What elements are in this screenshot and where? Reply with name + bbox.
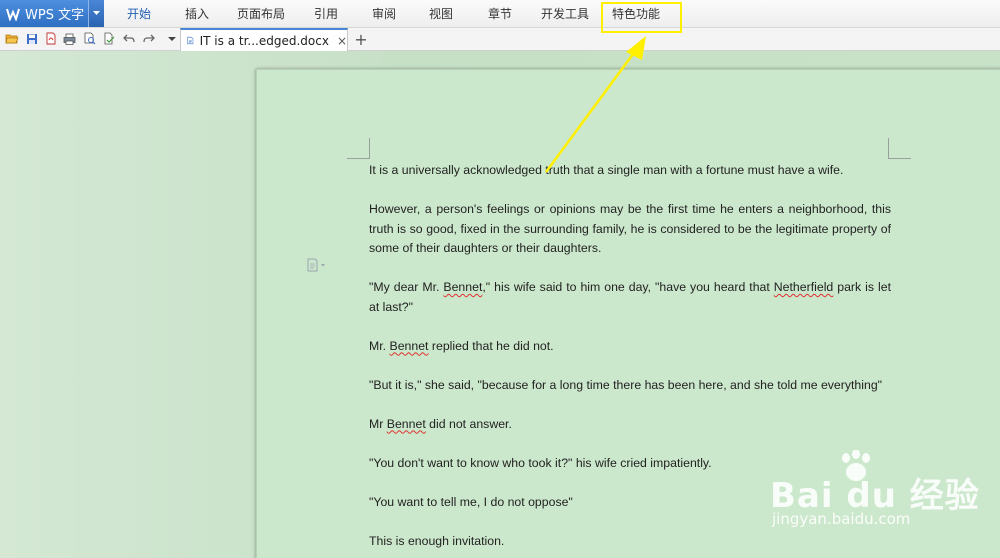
save-icon[interactable]: [24, 31, 39, 46]
paragraph-text: This is enough invitation.: [369, 533, 505, 548]
menu-tab-page-layout[interactable]: 页面布局: [232, 0, 290, 27]
redo-icon[interactable]: [141, 31, 156, 46]
open-folder-icon[interactable]: [4, 31, 19, 46]
menu-tab-developer-tools[interactable]: 开发工具: [536, 0, 594, 27]
paragraph-text: "My dear Mr.: [369, 280, 444, 294]
add-tab-button[interactable]: +: [352, 28, 370, 50]
paragraph-text: "But it is," she said, "because for a lo…: [369, 377, 883, 392]
chevron-down-icon: [93, 11, 100, 15]
menu-tab-view[interactable]: 视图: [418, 0, 464, 27]
paragraph-text: Mr: [369, 416, 387, 431]
document-tab[interactable]: IT is a tr...edged.docx ×: [180, 28, 348, 51]
menu-tab-home[interactable]: 开始: [116, 0, 162, 27]
document-paragraph[interactable]: "My dear Mr. Bennet," his wife said to h…: [369, 278, 891, 317]
misspelled-word: Bennet: [443, 280, 483, 294]
paragraph-text: "You want to tell me, I do not oppose": [369, 494, 573, 509]
print-icon[interactable]: [62, 31, 77, 46]
paragraph-text: ," his wife said to him one day, "have y…: [482, 280, 774, 294]
document-paragraph[interactable]: However, a person's feelings or opinions…: [369, 200, 891, 259]
misspelled-word: Netherfield: [773, 280, 834, 294]
menu-tab-review[interactable]: 审阅: [361, 0, 407, 27]
docx-file-icon: [187, 36, 194, 45]
paragraph-text: "You don't want to know who took it?" hi…: [369, 455, 712, 470]
margin-corner-top-left: [347, 138, 370, 159]
document-tab-label: IT is a tr...edged.docx: [199, 33, 329, 48]
misspelled-word: Bennet: [386, 416, 426, 431]
menu-tab-references[interactable]: 引用: [303, 0, 349, 27]
print-preview-icon[interactable]: [82, 31, 97, 46]
baidu-jingyan-watermark: Bai du 经验 jingyan.baidu.com: [760, 450, 979, 540]
paragraph-layout-icon[interactable]: [306, 258, 328, 272]
paragraph-text: It is a universally acknowledged truth t…: [369, 163, 844, 177]
wps-writer-window: WPS 文字 开始 插入 页面布局 引用 审阅 视图 章节 开发工具 特色功能: [0, 0, 1000, 558]
document-paragraph[interactable]: Mr Bennet did not answer.: [369, 415, 891, 435]
wps-logo-icon: [6, 8, 20, 21]
margin-corner-top-right: [888, 138, 911, 159]
misspelled-word: Bennet: [389, 338, 429, 353]
app-menu-dropdown-button[interactable]: [88, 0, 104, 27]
paragraph-text: Mr.: [369, 338, 390, 353]
paragraph-text: However, a person's feelings or opinions…: [369, 202, 891, 255]
undo-icon[interactable]: [121, 31, 136, 46]
menu-tab-insert[interactable]: 插入: [174, 0, 220, 27]
watermark-url: jingyan.baidu.com: [772, 510, 911, 528]
document-paragraph[interactable]: It is a universally acknowledged truth t…: [369, 161, 891, 181]
annotation-highlight-box: [601, 2, 682, 33]
menu-tab-chapter[interactable]: 章节: [477, 0, 523, 27]
document-paragraph[interactable]: Mr. Bennet replied that he did not.: [369, 337, 891, 357]
quick-access-toolbar: [0, 28, 1000, 51]
close-tab-icon[interactable]: ×: [337, 34, 347, 48]
app-name: WPS 文字: [25, 8, 85, 23]
document-paragraph[interactable]: "But it is," she said, "because for a lo…: [369, 376, 891, 396]
wps-app-menu-button[interactable]: WPS 文字: [0, 0, 88, 27]
export-pdf-icon[interactable]: [43, 31, 58, 46]
paragraph-text: did not answer.: [425, 416, 512, 431]
customize-dropdown-icon[interactable]: [164, 31, 179, 46]
spell-check-icon[interactable]: [101, 31, 116, 46]
menu-bar: WPS 文字 开始 插入 页面布局 引用 审阅 视图 章节 开发工具 特色功能: [0, 0, 1000, 28]
paragraph-text: replied that he did not.: [428, 338, 554, 353]
